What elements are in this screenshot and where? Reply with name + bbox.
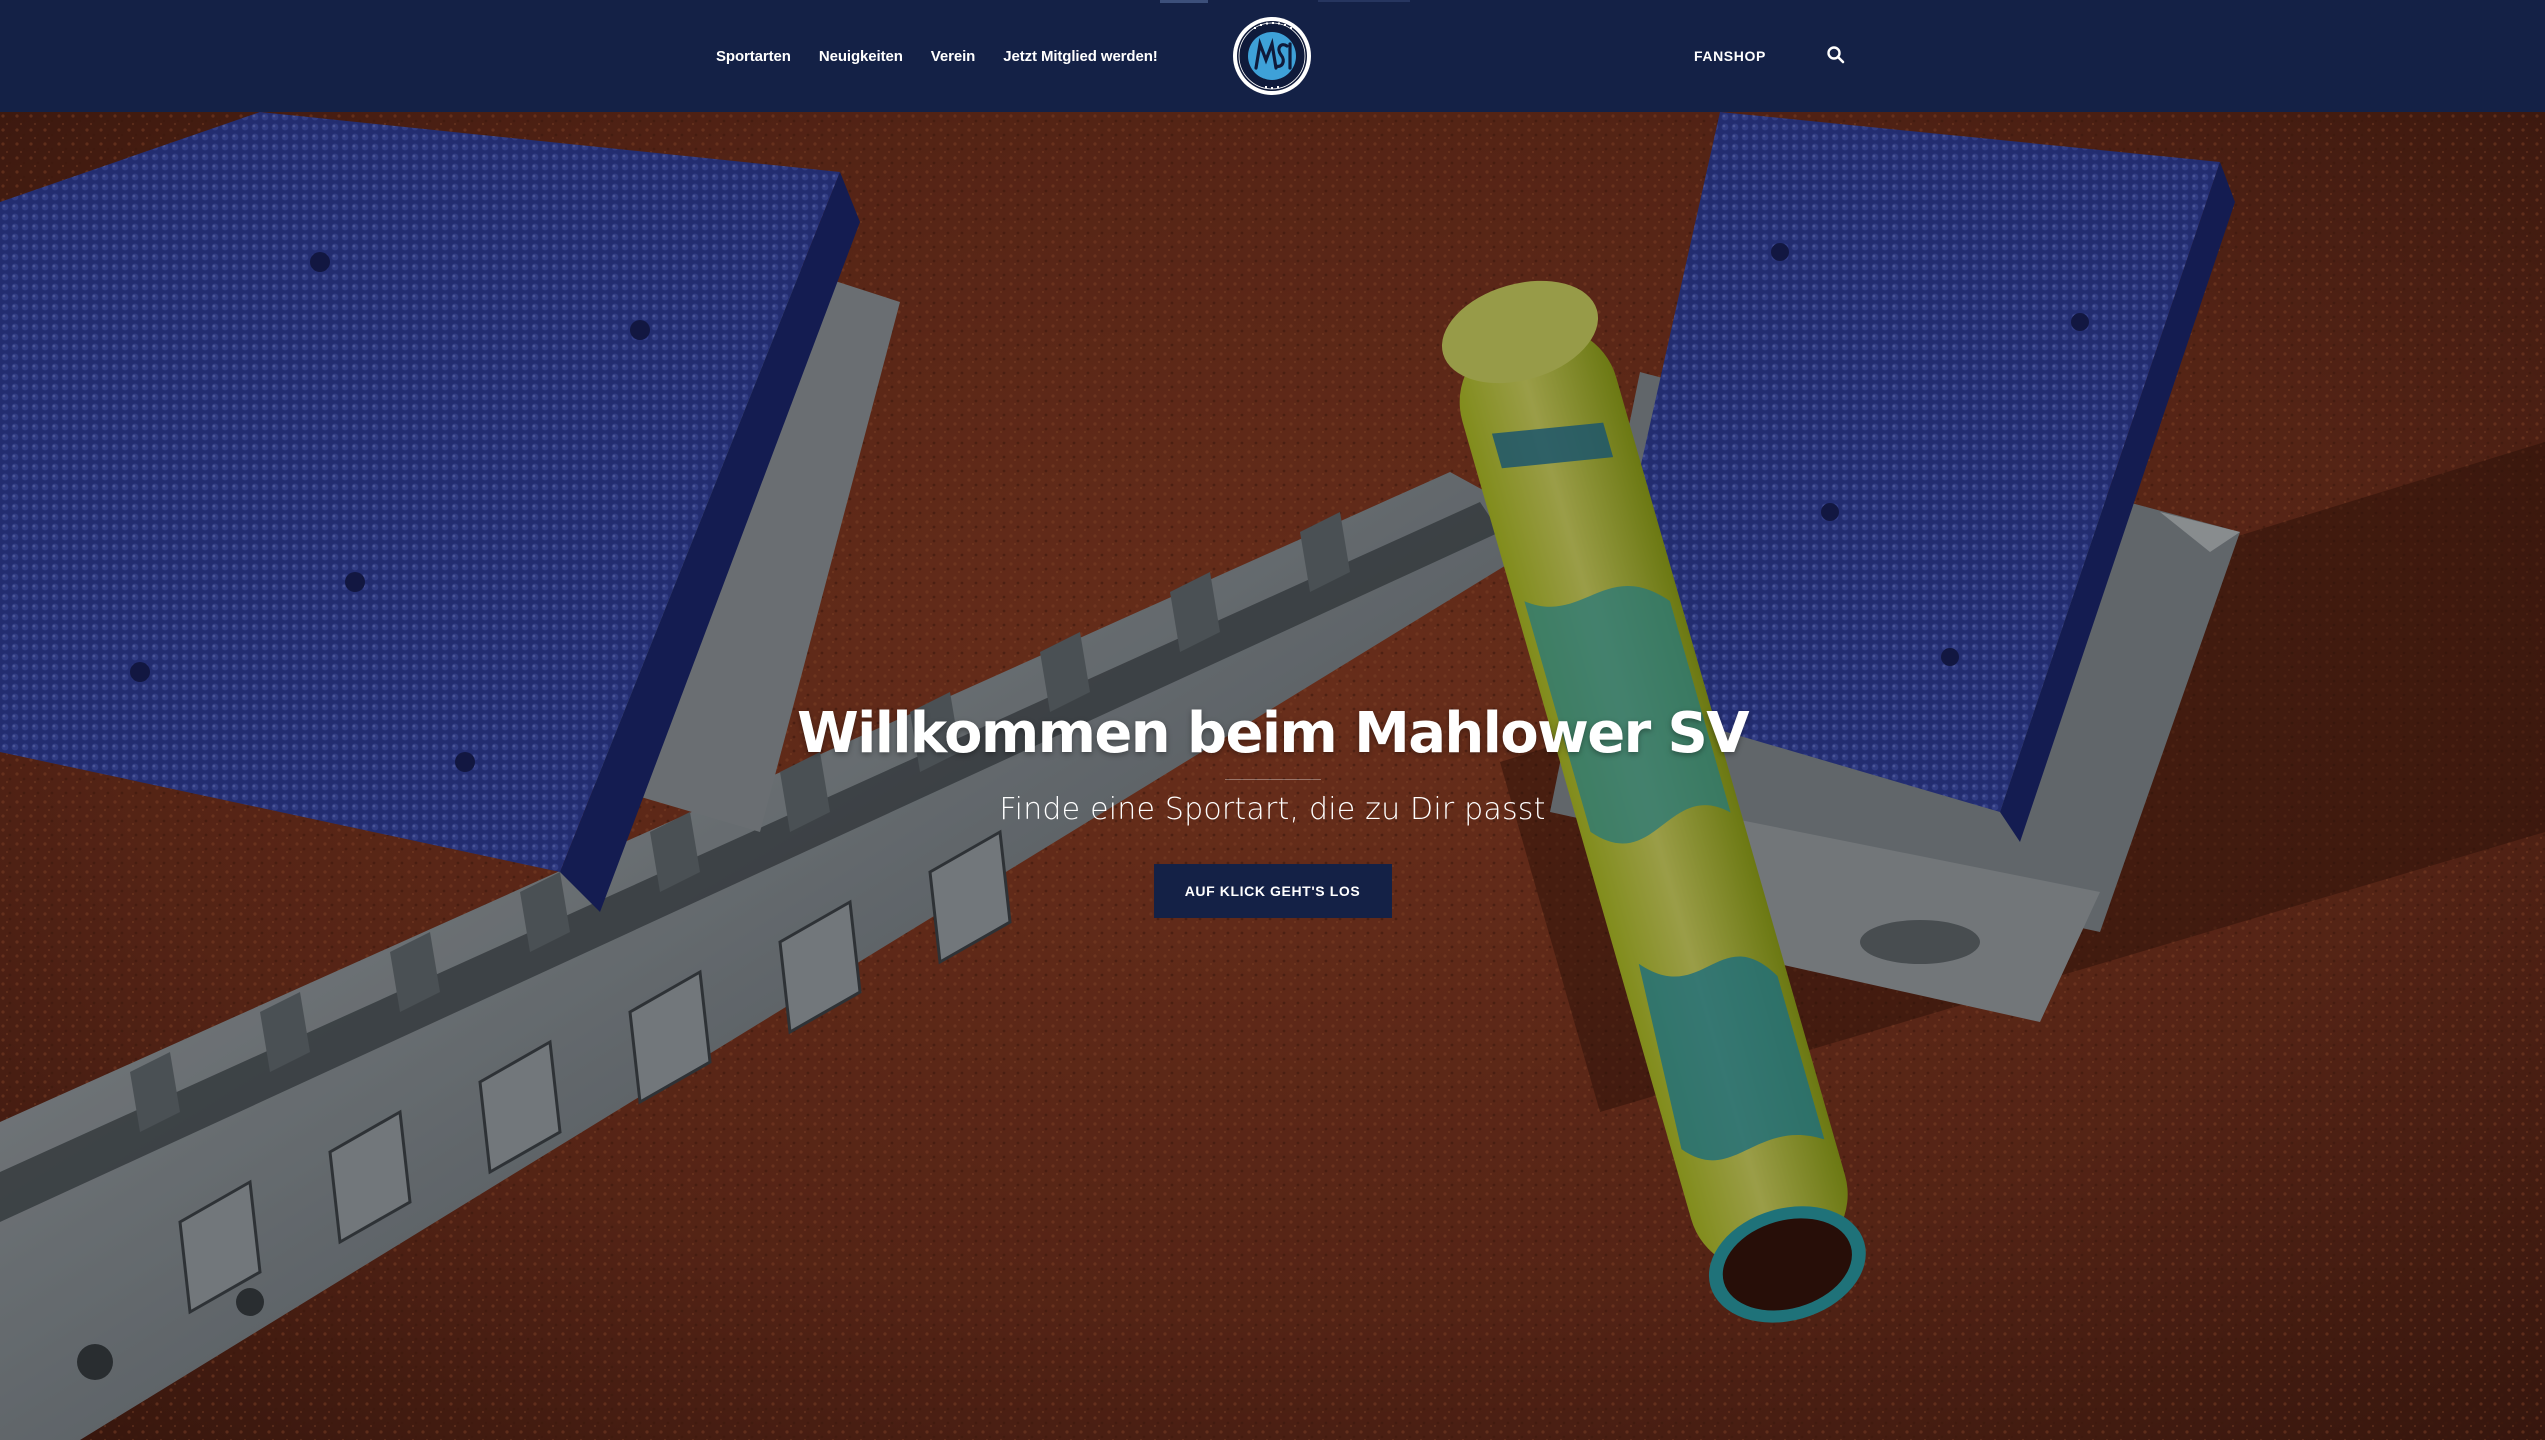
site-header: Sportarten Neuigkeiten Verein Jetzt Mitg… xyxy=(0,0,2545,112)
header-accent-line xyxy=(1160,0,1208,3)
hero-title: Willkommen beim Mahlower SV xyxy=(796,701,1750,766)
page: Sportarten Neuigkeiten Verein Jetzt Mitg… xyxy=(0,0,2545,1440)
search-icon[interactable] xyxy=(1826,45,1846,65)
cta-button[interactable]: AUF KLICK GEHT'S LOS xyxy=(1153,864,1392,918)
nav-item-verein[interactable]: Verein xyxy=(931,48,976,65)
nav-item-mitglied-werden[interactable]: Jetzt Mitglied werden! xyxy=(1003,48,1158,65)
club-crest-icon xyxy=(1233,17,1311,95)
main-navigation: Sportarten Neuigkeiten Verein Jetzt Mitg… xyxy=(716,0,1158,112)
hero-content: Willkommen beim Mahlower SV Finde eine S… xyxy=(0,697,2545,918)
nav-item-sportarten[interactable]: Sportarten xyxy=(716,48,791,65)
fanshop-link[interactable]: FANSHOP xyxy=(1694,0,1766,112)
header-accent-line-secondary xyxy=(1318,0,1410,2)
club-crest-logo[interactable] xyxy=(1232,16,1312,96)
hero-divider xyxy=(1224,779,1321,780)
nav-item-neuigkeiten[interactable]: Neuigkeiten xyxy=(819,48,903,65)
hero-section: Willkommen beim Mahlower SV Finde eine S… xyxy=(0,112,2545,1440)
hero-subtitle: Finde eine Sportart, die zu Dir passt xyxy=(999,792,1546,827)
